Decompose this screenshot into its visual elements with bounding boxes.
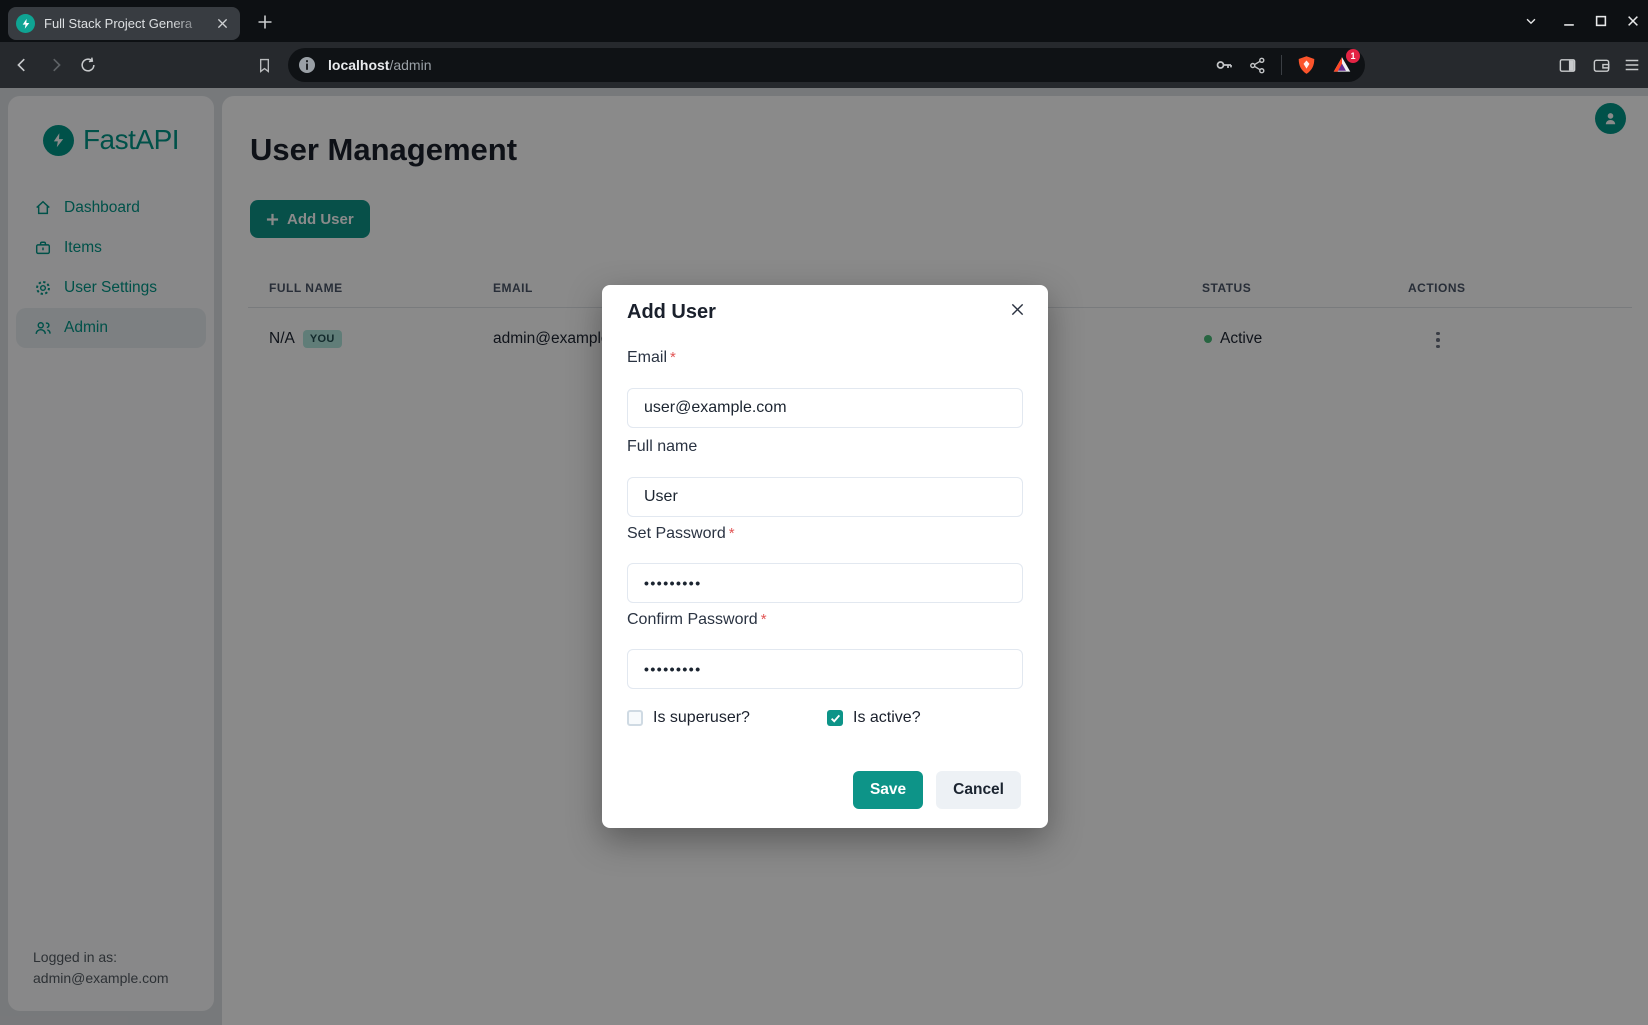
brave-rewards-icon[interactable]: 1 <box>1331 54 1353 76</box>
new-tab-button[interactable] <box>252 9 278 35</box>
tab-close-icon[interactable] <box>212 14 232 34</box>
tab-title: Full Stack Project Genera <box>44 16 212 31</box>
rewards-badge: 1 <box>1346 49 1360 63</box>
back-button[interactable] <box>10 53 34 77</box>
required-marker: * <box>761 611 767 628</box>
modal-buttons: Save Cancel <box>602 771 1021 809</box>
full-name-label: Full name <box>627 438 697 456</box>
share-icon[interactable] <box>1248 56 1267 75</box>
url-text: localhost/admin <box>328 57 1214 73</box>
confirm-password-label: Confirm Password* <box>627 611 767 629</box>
required-marker: * <box>670 349 676 366</box>
browser-toolbar: localhost/admin 1 <box>0 42 1648 88</box>
url-bar[interactable]: localhost/admin 1 <box>288 48 1365 82</box>
tab-search-chevron-icon[interactable] <box>1518 8 1544 34</box>
site-info-icon[interactable] <box>298 56 316 74</box>
forward-button[interactable] <box>44 53 68 77</box>
browser-window: Full Stack Project Genera <box>0 0 1648 1025</box>
wallet-icon[interactable] <box>1589 53 1613 77</box>
key-icon[interactable] <box>1214 55 1234 75</box>
modal-title: Add User <box>627 301 716 324</box>
checkbox-checked-icon <box>827 710 843 726</box>
sidebar-toggle-icon[interactable] <box>1555 53 1579 77</box>
minimize-button[interactable] <box>1556 8 1582 34</box>
add-user-modal: Add User Email* Full name Set Password* … <box>602 285 1048 828</box>
brave-shield-icon[interactable] <box>1296 55 1317 76</box>
tab-title-fade <box>170 16 212 31</box>
toolbar-divider <box>1281 55 1282 75</box>
fastapi-favicon-icon <box>16 14 35 33</box>
set-password-label: Set Password* <box>627 525 735 543</box>
add-bookmark-icon[interactable] <box>252 53 276 77</box>
confirm-password-field[interactable] <box>627 649 1023 689</box>
is-active-checkbox[interactable]: Is active? <box>827 709 921 727</box>
required-marker: * <box>729 525 735 542</box>
maximize-button[interactable] <box>1588 8 1614 34</box>
email-field[interactable] <box>627 388 1023 428</box>
set-password-field[interactable] <box>627 563 1023 603</box>
checkbox-unchecked-icon <box>627 710 643 726</box>
checkbox-row: Is superuser? Is active? <box>627 709 1023 731</box>
email-label: Email* <box>627 349 676 367</box>
close-window-button[interactable] <box>1620 8 1646 34</box>
full-name-field[interactable] <box>627 477 1023 517</box>
is-superuser-checkbox[interactable]: Is superuser? <box>627 709 750 727</box>
save-button[interactable]: Save <box>853 771 923 809</box>
browser-tab[interactable]: Full Stack Project Genera <box>8 7 240 40</box>
cancel-button[interactable]: Cancel <box>936 771 1021 809</box>
tab-bar: Full Stack Project Genera <box>0 0 1648 42</box>
reload-button[interactable] <box>76 53 100 77</box>
menu-button[interactable] <box>1620 53 1644 77</box>
modal-close-icon[interactable] <box>1004 296 1030 322</box>
